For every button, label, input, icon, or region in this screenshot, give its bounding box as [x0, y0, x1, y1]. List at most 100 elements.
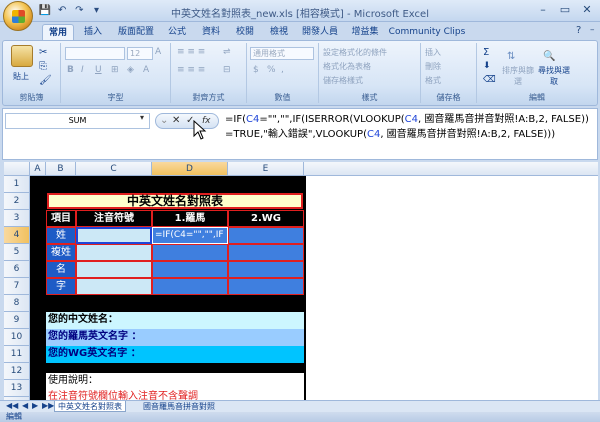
tab-formulas[interactable]: 公式: [162, 24, 192, 40]
item-compound-surname[interactable]: 複姓: [46, 244, 76, 261]
office-button[interactable]: [3, 1, 33, 31]
roman-cell-d4-editing[interactable]: =IF(C4="","",IF: [152, 227, 228, 244]
tab-addins[interactable]: 增益集: [346, 24, 384, 40]
sort-filter-button[interactable]: 排序與篩選: [501, 65, 535, 87]
tab-data[interactable]: 資料: [196, 24, 226, 40]
minimize-button[interactable]: –: [532, 2, 554, 18]
formula-input[interactable]: =IF(C4="","",IF(ISERROR(VLOOKUP(C4, 國音羅馬…: [225, 112, 595, 142]
tab-home[interactable]: 常用: [42, 24, 74, 40]
conditional-formatting-button[interactable]: 設定格式化的條件: [323, 47, 387, 58]
sheet-nav-next-icon[interactable]: ▶: [32, 401, 38, 410]
number-format-field[interactable]: 通用格式: [250, 47, 314, 60]
row-header-5[interactable]: 5: [4, 244, 30, 261]
wg-cell-e5[interactable]: [228, 244, 304, 261]
row-header-12[interactable]: 12: [4, 363, 30, 380]
sheet-tab-names[interactable]: 中英文姓名對照表: [54, 401, 126, 412]
underline-button[interactable]: U: [95, 65, 102, 75]
wrap-text-icon[interactable]: ⇌: [223, 47, 231, 57]
row-header-10[interactable]: 10: [4, 329, 30, 346]
row-header-1[interactable]: 1: [4, 176, 30, 193]
header-zhuyin[interactable]: 注音符號: [76, 210, 152, 227]
insert-cells-button[interactable]: 插入: [425, 47, 441, 58]
roman-cell-d7[interactable]: [152, 278, 228, 295]
row-header-9[interactable]: 9: [4, 312, 30, 329]
row-header-4[interactable]: 4: [4, 227, 30, 244]
name-box[interactable]: SUM: [5, 113, 150, 129]
delete-cells-button[interactable]: 刪除: [425, 61, 441, 72]
percent-button[interactable]: %: [267, 65, 276, 75]
row-header-3[interactable]: 3: [4, 210, 30, 227]
roman-cell-d6[interactable]: [152, 261, 228, 278]
column-header-e[interactable]: E: [228, 162, 304, 176]
sheet-nav-prev-icon[interactable]: ◀: [22, 401, 28, 410]
item-surname[interactable]: 姓: [46, 227, 76, 244]
zhuyin-input-c7[interactable]: [76, 278, 152, 295]
copy-icon[interactable]: ⎘: [39, 61, 47, 72]
close-button[interactable]: ✕: [576, 2, 598, 18]
border-icon[interactable]: ⊞: [111, 65, 119, 75]
paste-icon[interactable]: [11, 45, 33, 67]
fill-icon[interactable]: ⬇: [483, 61, 491, 71]
row-header-2[interactable]: 2: [4, 193, 30, 210]
currency-icon[interactable]: $: [253, 65, 259, 75]
item-given-name[interactable]: 名: [46, 261, 76, 278]
zhuyin-input-c5[interactable]: [76, 244, 152, 261]
tab-developer[interactable]: 開發人員: [298, 24, 342, 40]
your-chinese-name-row[interactable]: 您的中文姓名：: [46, 312, 304, 329]
fill-color-icon[interactable]: ◈: [127, 65, 134, 75]
help-icon[interactable]: ?: [576, 25, 581, 36]
wg-cell-e4[interactable]: [228, 227, 304, 244]
wg-cell-e6[interactable]: [228, 261, 304, 278]
sheet-nav-first-icon[interactable]: ◀◀: [6, 401, 18, 410]
sort-filter-icon[interactable]: ⇅: [507, 51, 515, 62]
font-size-field[interactable]: 12: [127, 47, 153, 60]
zhuyin-input-c4[interactable]: [76, 227, 152, 244]
instructions-heading[interactable]: 使用說明：: [46, 373, 304, 390]
sheet-nav-last-icon[interactable]: ▶▶: [42, 401, 54, 410]
font-name-field[interactable]: [65, 47, 125, 60]
tab-community-clips[interactable]: Community Clips: [388, 24, 466, 40]
expand-icon[interactable]: ⌄: [160, 115, 168, 126]
font-color-icon[interactable]: A: [143, 65, 149, 75]
column-header-c[interactable]: C: [76, 162, 152, 176]
format-painter-icon[interactable]: 🖌: [39, 75, 52, 86]
merge-center-icon[interactable]: ⊟: [223, 65, 231, 75]
tab-view[interactable]: 檢視: [264, 24, 294, 40]
column-header-b[interactable]: B: [46, 162, 76, 176]
format-cells-button[interactable]: 格式: [425, 75, 441, 86]
restore-button[interactable]: ▭: [554, 2, 576, 18]
instruction-line-1[interactable]: 在注音符號欄位輸入注音不含聲調: [46, 389, 304, 400]
sheet-tab-pinyin[interactable]: 國音羅馬音拼音對照: [140, 401, 218, 412]
ribbon-minimize-icon[interactable]: –: [590, 25, 595, 35]
comma-button[interactable]: ,: [281, 65, 284, 75]
align-top-icon[interactable]: ≡ ≡ ≡: [177, 47, 205, 57]
column-header-a[interactable]: A: [30, 162, 46, 176]
bold-button[interactable]: B: [67, 65, 74, 75]
worksheet-grid[interactable]: A B C D E 1 2 3 4 5 6 7 8 9 10 11 12 13 …: [4, 162, 598, 400]
name-box-dropdown-icon[interactable]: ▾: [140, 113, 144, 122]
wg-cell-e7[interactable]: [228, 278, 304, 295]
zhuyin-input-c6[interactable]: [76, 261, 152, 278]
cell-styles-button[interactable]: 儲存格樣式: [323, 75, 363, 86]
row-header-7[interactable]: 7: [4, 278, 30, 295]
your-wg-name-row[interactable]: 您的WG英文名字 ：: [46, 346, 304, 363]
column-header-d[interactable]: D: [152, 162, 228, 176]
tab-review[interactable]: 校閱: [230, 24, 260, 40]
row-header-11[interactable]: 11: [4, 346, 30, 363]
roman-cell-d5[interactable]: [152, 244, 228, 261]
find-select-button[interactable]: 尋找與選取: [537, 65, 571, 87]
item-courtesy-name[interactable]: 字: [46, 278, 76, 295]
header-roman[interactable]: 1.羅馬: [152, 210, 228, 227]
cut-icon[interactable]: ✂: [39, 47, 47, 58]
italic-button[interactable]: I: [81, 65, 84, 75]
tab-page-layout[interactable]: 版面配置: [114, 24, 158, 40]
tab-insert[interactable]: 插入: [78, 24, 108, 40]
header-wg[interactable]: 2.WG: [228, 210, 304, 227]
select-all-corner[interactable]: [4, 162, 30, 176]
paste-button[interactable]: 貼上: [13, 71, 29, 82]
autosum-icon[interactable]: Σ: [483, 47, 489, 58]
header-item[interactable]: 項目: [46, 210, 76, 227]
clear-icon[interactable]: ⌫: [483, 75, 496, 85]
table-title[interactable]: 中英文姓名對照表: [47, 193, 303, 209]
your-roman-name-row[interactable]: 您的羅馬英文名字 ：: [46, 329, 304, 346]
